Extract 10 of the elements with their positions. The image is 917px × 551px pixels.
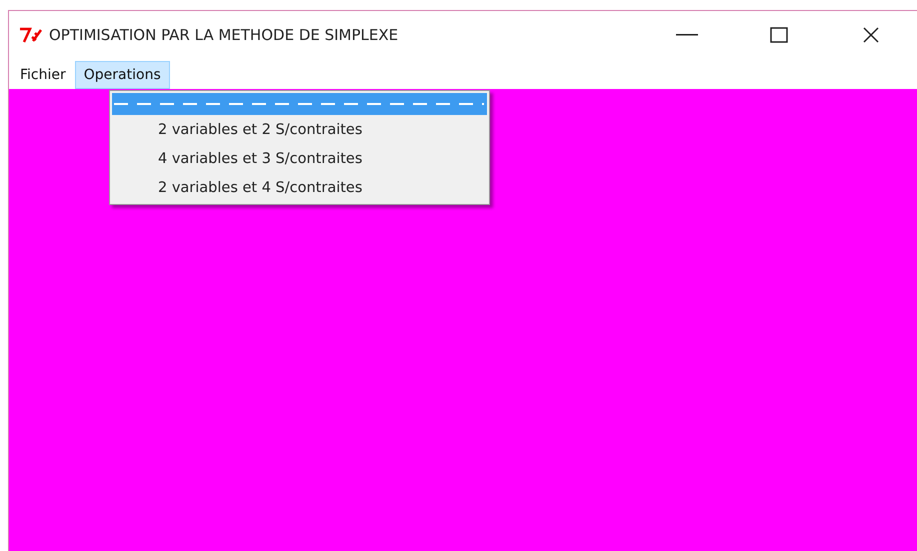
app-logo-icon [19,27,43,43]
menu-option[interactable]: 2 variables et 2 S/contraites [112,115,487,144]
maximize-icon[interactable] [770,27,788,43]
window-title: OPTIMISATION PAR LA METHODE DE SIMPLEXE [49,26,400,44]
minimize-icon[interactable] [676,34,698,36]
menu-item[interactable]: Fichier [11,61,75,89]
menu-item[interactable]: Operations [74,61,170,89]
menu-option[interactable]: 2 variables et 4 S/contraites [112,173,487,202]
menu-option[interactable]: 4 variables et 3 S/contraites [112,144,487,173]
close-icon[interactable] [862,26,880,44]
